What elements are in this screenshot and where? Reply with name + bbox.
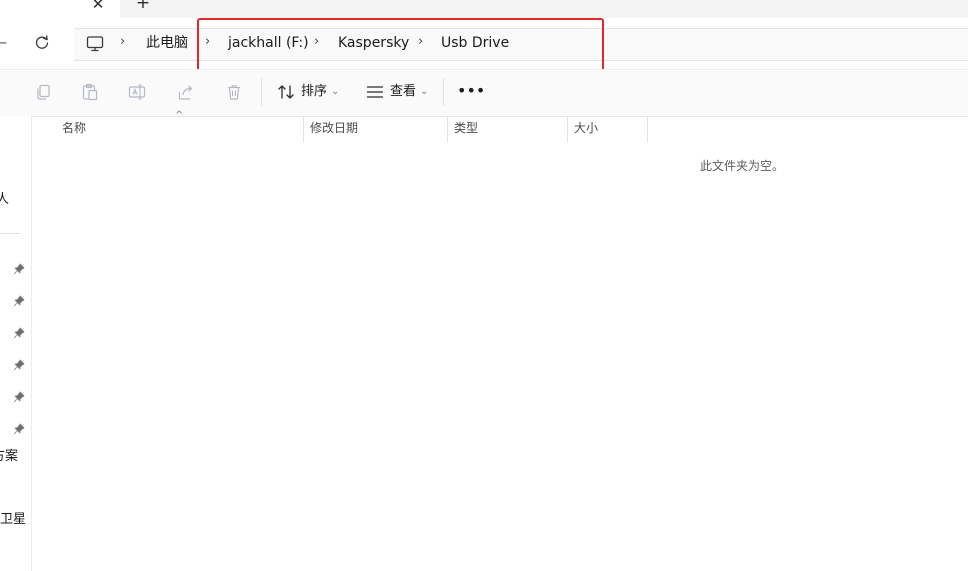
view-icon[interactable] bbox=[365, 82, 385, 102]
more-icon[interactable]: ••• bbox=[457, 82, 485, 102]
nav-item-partial[interactable]: 方案 bbox=[0, 449, 18, 465]
pin-icon[interactable] bbox=[13, 260, 25, 275]
sort-indicator-icon: ^ bbox=[175, 110, 184, 121]
column-header-name[interactable]: 名称 bbox=[62, 120, 86, 136]
new-tab-icon[interactable]: + bbox=[134, 0, 152, 12]
view-button[interactable]: 查看 bbox=[390, 83, 416, 101]
nav-item-partial[interactable]: 人 bbox=[0, 192, 9, 208]
column-divider[interactable] bbox=[303, 116, 304, 142]
rename-icon[interactable] bbox=[127, 82, 147, 102]
refresh-icon[interactable] bbox=[33, 33, 51, 53]
column-header-type[interactable]: 类型 bbox=[454, 120, 478, 136]
column-header-modified[interactable]: 修改日期 bbox=[310, 120, 358, 136]
pin-icon[interactable] bbox=[13, 420, 25, 435]
sort-button[interactable]: 排序 bbox=[301, 83, 327, 101]
toolbar-divider bbox=[443, 78, 444, 106]
sort-icon[interactable] bbox=[276, 82, 296, 102]
empty-folder-message: 此文件夹为空。 bbox=[700, 159, 785, 173]
pin-icon[interactable] bbox=[13, 324, 25, 339]
view-dropdown-chevron[interactable]: ⌄ bbox=[420, 84, 428, 100]
nav-item-partial[interactable]: 卫星 bbox=[0, 512, 26, 528]
toolbar-divider bbox=[261, 78, 262, 106]
paste-icon[interactable] bbox=[80, 82, 100, 102]
nav-divider bbox=[0, 233, 20, 234]
column-header-size[interactable]: 大小 bbox=[574, 120, 598, 136]
sort-dropdown-chevron[interactable]: ⌄ bbox=[331, 84, 339, 100]
breadcrumb-root[interactable]: 此电脑 bbox=[146, 34, 188, 52]
pin-icon[interactable] bbox=[13, 356, 25, 371]
navigation-pane bbox=[0, 116, 32, 571]
breadcrumb-separator[interactable]: › bbox=[120, 33, 125, 51]
pin-icon[interactable] bbox=[13, 292, 25, 307]
copy-icon[interactable] bbox=[33, 82, 53, 102]
column-divider[interactable] bbox=[647, 116, 648, 142]
computer-icon[interactable] bbox=[85, 35, 105, 53]
share-icon[interactable] bbox=[176, 82, 196, 102]
close-icon[interactable]: ✕ bbox=[89, 0, 107, 12]
pin-icon[interactable] bbox=[13, 388, 25, 403]
back-icon[interactable]: ← bbox=[0, 34, 8, 52]
delete-icon[interactable] bbox=[224, 82, 244, 102]
column-divider[interactable] bbox=[447, 116, 448, 142]
column-divider[interactable] bbox=[567, 116, 568, 142]
